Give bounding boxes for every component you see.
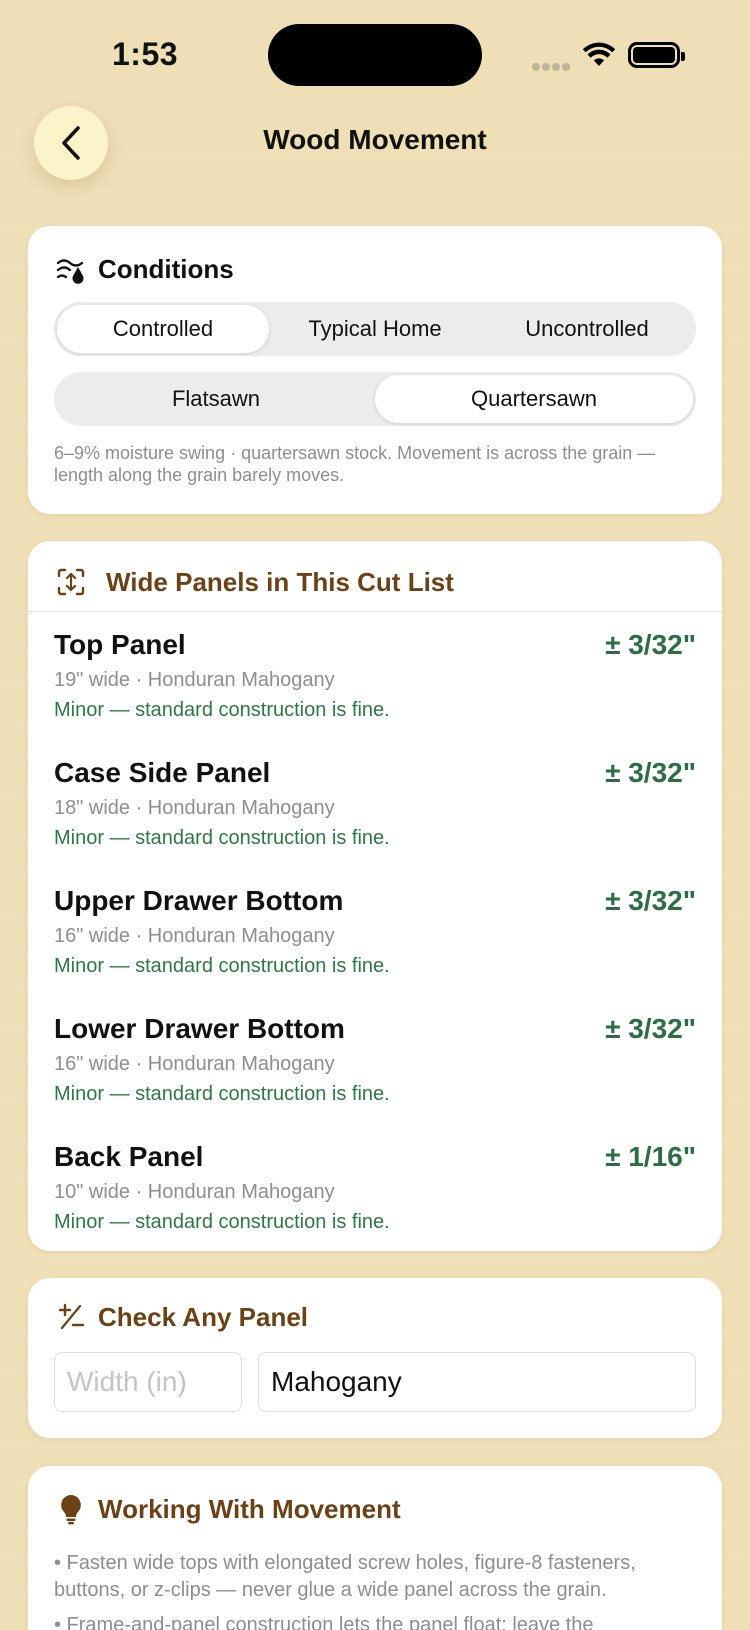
expand-arrows-icon xyxy=(54,565,88,599)
panel-name: Case Side Panel xyxy=(54,757,271,788)
humidity-segmented-control: Controlled Typical Home Uncontrolled xyxy=(54,302,696,356)
panel-name: Lower Drawer Bottom xyxy=(54,1013,345,1044)
segment-uncontrolled[interactable]: Uncontrolled xyxy=(481,305,693,353)
segment-quartersawn[interactable]: Quartersawn xyxy=(375,375,693,423)
wifi-icon xyxy=(582,42,616,73)
status-bar: 1:53 xyxy=(0,0,750,110)
panel-movement: ± 3/32" xyxy=(605,629,696,660)
conditions-header: Conditions xyxy=(54,252,234,286)
cut-segmented-control: Flatsawn Quartersawn xyxy=(54,372,696,426)
species-input[interactable] xyxy=(258,1352,696,1412)
panel-note: Minor — standard construction is fine. xyxy=(54,1211,390,1233)
battery-icon xyxy=(628,42,685,68)
page-title: Wood Movement xyxy=(263,124,487,155)
conditions-title: Conditions xyxy=(98,253,234,284)
wide-panels-card: Wide Panels in This Cut List Top Panel 1… xyxy=(28,541,722,1251)
check-panel-header: Check Any Panel xyxy=(54,1300,308,1334)
tips-title: Working With Movement xyxy=(98,1493,401,1524)
wide-panels-header: Wide Panels in This Cut List xyxy=(54,559,454,605)
panel-row[interactable]: Back Panel 10" wide · Honduran Mahogany … xyxy=(54,1141,696,1251)
humidity-icon xyxy=(54,252,88,286)
panel-dimensions: 10" wide · Honduran Mahogany xyxy=(54,1181,335,1203)
panel-row[interactable]: Top Panel 19" wide · Honduran Mahogany M… xyxy=(54,629,696,739)
segment-controlled[interactable]: Controlled xyxy=(57,305,269,353)
panel-movement: ± 3/32" xyxy=(605,885,696,916)
panel-row[interactable]: Case Side Panel 18" wide · Honduran Maho… xyxy=(54,757,696,867)
panel-row[interactable]: Upper Drawer Bottom 16" wide · Honduran … xyxy=(54,885,696,995)
panel-name: Top Panel xyxy=(54,629,186,660)
width-input[interactable] xyxy=(54,1352,242,1412)
lightbulb-icon xyxy=(54,1492,88,1526)
wide-panels-title: Wide Panels in This Cut List xyxy=(106,566,454,597)
panel-dimensions: 19" wide · Honduran Mahogany xyxy=(54,669,335,691)
working-with-movement-card: Working With Movement • Fasten wide tops… xyxy=(28,1466,722,1630)
segment-typical-home[interactable]: Typical Home xyxy=(269,305,481,353)
panel-movement: ± 3/32" xyxy=(605,757,696,788)
segment-flatsawn[interactable]: Flatsawn xyxy=(57,375,375,423)
panel-movement: ± 3/32" xyxy=(605,1013,696,1044)
check-panel-card: Check Any Panel xyxy=(28,1278,722,1438)
dynamic-island xyxy=(268,24,482,86)
status-time: 1:53 xyxy=(112,36,179,72)
panel-movement: ± 1/16" xyxy=(605,1141,696,1172)
panel-row[interactable]: Lower Drawer Bottom 16" wide · Honduran … xyxy=(54,1013,696,1123)
tip-text: • Fasten wide tops with elongated screw … xyxy=(54,1552,636,1601)
conditions-description: 6–9% moisture swing · quartersawn stock.… xyxy=(54,443,656,485)
panel-note: Minor — standard construction is fine. xyxy=(54,1083,390,1105)
panel-dimensions: 16" wide · Honduran Mahogany xyxy=(54,925,335,947)
section-divider xyxy=(28,611,722,612)
panel-name: Back Panel xyxy=(54,1141,204,1172)
cellular-signal-icon xyxy=(532,58,572,76)
panel-name: Upper Drawer Bottom xyxy=(54,885,344,916)
panel-dimensions: 16" wide · Honduran Mahogany xyxy=(54,1053,335,1075)
plus-minus-icon xyxy=(54,1300,88,1334)
panel-note: Minor — standard construction is fine. xyxy=(54,955,390,977)
tip-text: • Frame-and-panel construction lets the … xyxy=(54,1614,594,1630)
tips-header: Working With Movement xyxy=(54,1492,401,1526)
check-panel-title: Check Any Panel xyxy=(98,1301,309,1332)
panel-note: Minor — standard construction is fine. xyxy=(54,827,390,849)
panel-dimensions: 18" wide · Honduran Mahogany xyxy=(54,797,335,819)
panel-note: Minor — standard construction is fine. xyxy=(54,699,390,721)
